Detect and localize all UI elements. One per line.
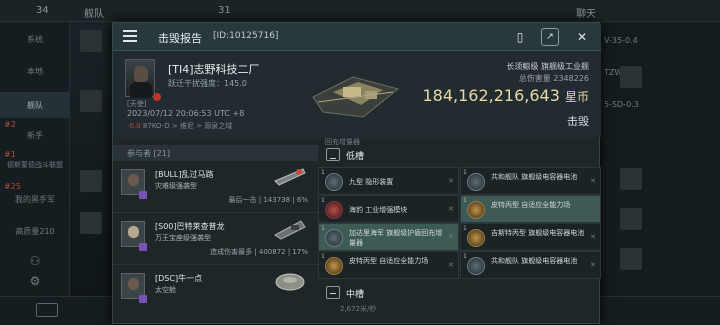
participants-header: 参与者 [21] xyxy=(113,145,318,161)
avatar xyxy=(620,168,642,190)
module-item[interactable]: 1 共和舰队 旗舰级电容器电池 ✕ xyxy=(460,251,601,279)
channel-item[interactable]: 高质量210 xyxy=(0,226,70,237)
module-item[interactable]: 1 加达里海军 旗舰级护盾回充增量器 ✕ xyxy=(318,223,459,251)
participant-name: [DSC]牛一点 xyxy=(155,274,203,283)
participants-panel: 参与者 [21] [BULL]乱过马路 灾难级强袭型 最后一击 | 143738… xyxy=(113,145,318,325)
avatar xyxy=(80,212,102,234)
channel-item-active[interactable]: 舰队 xyxy=(0,92,70,118)
participant-row[interactable]: [DSC]牛一点 太空舱 xyxy=(113,265,318,317)
rank-icon xyxy=(139,295,147,303)
red-count: #1 xyxy=(4,150,16,159)
channel-item[interactable]: 我的黑手军 xyxy=(0,194,70,205)
participant-ship: 万王宝座级强袭型 xyxy=(155,234,211,242)
channel-item[interactable]: 系统 xyxy=(0,34,70,45)
security-status: -0.0 xyxy=(127,122,141,130)
dialog-header: 击毁报告 [ID:10125716] ▯ ↗ ✕ xyxy=(113,23,601,51)
weapon-icon xyxy=(274,168,306,186)
dialog-title: 击毁报告 xyxy=(158,32,202,45)
report-id[interactable]: [ID:10125716] xyxy=(213,31,278,41)
participant-ship: 灾难级强袭型 xyxy=(155,182,197,190)
weapon-icon xyxy=(274,220,306,240)
system-label: 5-SD-0.3 xyxy=(604,100,639,109)
rank-icon xyxy=(139,243,147,251)
participant-stat: 最后一击 | 143738 | 6% xyxy=(228,196,308,204)
mid-slot-icon xyxy=(326,286,340,299)
share-icon[interactable]: ↗ xyxy=(541,28,559,46)
location-text: 87KO-D > 维尼 > 源泉之域 xyxy=(142,122,233,130)
victim-sub: 跃迁干扰强度：145.0 xyxy=(168,79,247,88)
module-item[interactable]: 1 皮特丙型 自适应全能力场 xyxy=(460,195,601,223)
avatar xyxy=(620,66,642,88)
channel-item[interactable]: 本地 xyxy=(0,66,70,77)
module-item[interactable]: 1 海豹 工业增强模块 ✕ xyxy=(318,195,459,223)
top-count: 34 xyxy=(36,5,49,16)
kill-report-dialog: 击毁报告 [ID:10125716] ▯ ↗ ✕ [TI4]志野科技二厂 跃迁干… xyxy=(112,22,601,325)
module-item[interactable]: 1 共和舰队 旗舰级电容器电池 ✕ xyxy=(460,167,601,195)
avatar xyxy=(80,30,102,52)
top-bar: 34 舰队 31 聊天 xyxy=(0,0,720,22)
victim-name[interactable]: [TI4]志野科技二厂 xyxy=(168,61,260,77)
fitting-panel: 低槽 1 九型 隐形装置 ✕ 1 共和舰队 旗舰级电容器电池 ✕ 1 海豹 工业增强… xyxy=(318,145,601,325)
speed-readout: 2,672米/秒 xyxy=(340,305,377,313)
avatar xyxy=(620,248,642,270)
participant-name: [BULL]乱过马路 xyxy=(155,170,214,179)
top-label: 舰队 xyxy=(84,9,104,20)
status-badge xyxy=(153,93,161,101)
module-item[interactable]: 1 九型 隐形装置 ✕ xyxy=(318,167,459,195)
channel-item[interactable]: 德斯蒙德战斗联盟 xyxy=(0,160,70,170)
close-icon[interactable]: ✕ xyxy=(573,28,591,46)
avatar xyxy=(80,90,102,112)
red-count: #25 xyxy=(4,182,21,191)
participant-row[interactable]: [BULL]乱过马路 灾难级强袭型 最后一击 | 143738 | 6% xyxy=(113,161,318,213)
top-num: 31 xyxy=(218,5,231,16)
victim-tag: [天使] xyxy=(127,100,147,108)
capsule-icon xyxy=(275,273,305,291)
avatar xyxy=(620,208,642,230)
mid-slot-header: 中槽 xyxy=(318,285,601,301)
rank-icon xyxy=(139,191,147,199)
participant-name: [S00]巴特莱查普龙 xyxy=(155,222,225,231)
module-item[interactable]: 1 吉斯特丙型 旗舰级电容器电池 ✕ xyxy=(460,223,601,251)
channel-sidebar: 系统 本地 舰队 #2 新手 #1 德斯蒙德战斗联盟 #25 我的黑手军 高质量… xyxy=(0,22,70,324)
participant-ship: 太空舱 xyxy=(155,286,176,294)
top-right-label[interactable]: 聊天 xyxy=(576,5,596,20)
kill-time: 2023/07/12 20:06:53 UTC +8 xyxy=(127,109,245,118)
keyboard-icon[interactable] xyxy=(36,303,58,317)
victim-portrait[interactable] xyxy=(125,59,155,98)
gear-icon[interactable]: ⚙ xyxy=(0,274,70,288)
ship-image xyxy=(312,76,400,118)
damage-total: 总伤害量 2348226 xyxy=(518,74,589,83)
participant-stat: 造成伤害最多 | 400872 | 17% xyxy=(210,248,308,256)
low-slot-header: 低槽 xyxy=(318,147,601,163)
low-slot-icon xyxy=(326,148,340,161)
kill-status: 击毁 xyxy=(567,115,589,128)
module-item[interactable]: 1 皮特丙型 自适应全能力场 ✕ xyxy=(318,251,459,279)
ship-name[interactable]: 长须鲸级 旗舰级工业舰 xyxy=(506,61,589,72)
kill-location[interactable]: -0.0 87KO-D > 维尼 > 源泉之域 xyxy=(127,121,232,131)
clipboard-icon[interactable]: ▯ xyxy=(511,28,529,46)
menu-icon[interactable] xyxy=(123,30,137,42)
victim-summary: [TI4]志野科技二厂 跃迁干扰强度：145.0 [天使] 2023/07/12… xyxy=(113,51,601,137)
participant-row[interactable]: [S00]巴特莱查普龙 万王宝座级强袭型 造成伤害最多 | 400872 | 1… xyxy=(113,213,318,265)
user-icon[interactable]: ⚇ xyxy=(0,254,70,268)
right-panel: V-35-0.4 TZW-0.2 5-SD-0.3 xyxy=(600,22,720,324)
isk-value: 184,162,216,643 星币 xyxy=(422,86,589,105)
system-label: V-35-0.4 xyxy=(604,36,638,45)
avatar xyxy=(80,170,102,192)
channel-item[interactable]: 新手 xyxy=(0,130,70,141)
red-count: #2 xyxy=(4,120,16,129)
